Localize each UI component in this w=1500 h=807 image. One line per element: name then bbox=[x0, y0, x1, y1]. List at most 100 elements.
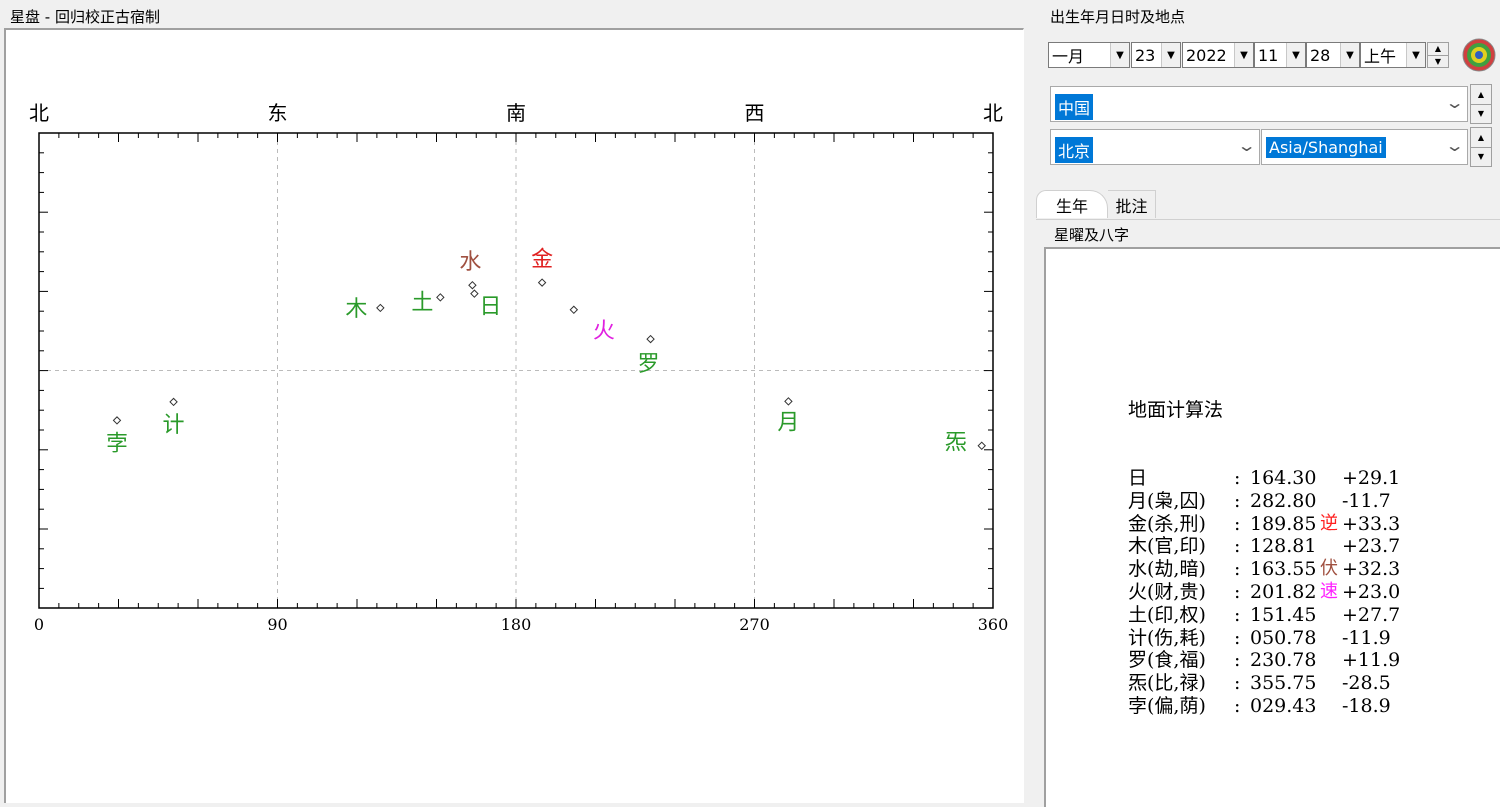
planet-point bbox=[646, 334, 655, 344]
planet-point bbox=[569, 305, 579, 315]
planet-label: 炁 bbox=[945, 431, 967, 456]
planet-row: 孛(偏,荫):029.43 -18.9 bbox=[1128, 695, 1400, 718]
planet-degree: 282.80 bbox=[1250, 489, 1317, 512]
planet-degree: 029.43 bbox=[1250, 694, 1317, 717]
planet-mark: 逆 bbox=[1320, 512, 1338, 534]
country-select[interactable]: 中国 ⌄ bbox=[1050, 86, 1468, 122]
direction-label: 西 bbox=[745, 101, 765, 125]
planet-degree: 230.78 bbox=[1250, 649, 1317, 672]
chevron-down-icon[interactable]: ▼ bbox=[1234, 43, 1253, 67]
planet-degree: 163.55 bbox=[1250, 558, 1317, 581]
colon: : bbox=[1234, 535, 1241, 558]
city-select[interactable]: 北京 ⌄ bbox=[1050, 129, 1260, 165]
chevron-down-icon[interactable]: ▼ bbox=[1406, 43, 1425, 67]
tab-notes[interactable]: 批注 bbox=[1108, 190, 1156, 218]
planet-row: 金(杀,刑):189.85 逆 +33.3 bbox=[1128, 513, 1400, 536]
chevron-down-icon[interactable]: ▼ bbox=[1340, 43, 1359, 67]
planet-mark bbox=[1320, 627, 1342, 650]
planet-mark bbox=[1320, 604, 1342, 627]
x-tick-label: 90 bbox=[267, 615, 287, 634]
ampm-select[interactable]: 上午 ▼ bbox=[1360, 42, 1426, 68]
planet-name: 罗(食,福) bbox=[1128, 649, 1206, 672]
colon: : bbox=[1234, 466, 1241, 489]
planet-latitude: +23.0 bbox=[1342, 580, 1401, 603]
planet-mark bbox=[1320, 490, 1342, 513]
planet-name: 水(劫,暗) bbox=[1128, 558, 1206, 581]
day-select[interactable]: 23 ▼ bbox=[1131, 42, 1181, 68]
country-value: 中国 bbox=[1055, 94, 1094, 120]
chevron-down-icon[interactable]: ⌄ bbox=[1444, 136, 1464, 155]
arrow-down-icon[interactable]: ▼ bbox=[1471, 146, 1491, 167]
arrow-down-icon[interactable]: ▼ bbox=[1471, 103, 1491, 124]
planet-point bbox=[470, 289, 479, 298]
planet-degree: 164.30 bbox=[1250, 466, 1317, 489]
planet-mark bbox=[1320, 672, 1342, 695]
panel-splitter[interactable] bbox=[1028, 0, 1036, 799]
planet-row: 炁(比,禄):355.75 -28.5 bbox=[1128, 672, 1400, 695]
planet-degree: 189.85 bbox=[1250, 512, 1317, 535]
timezone-select[interactable]: Asia/Shanghai ⌄ bbox=[1261, 129, 1468, 165]
x-tick-label: 270 bbox=[739, 615, 770, 634]
hour-select[interactable]: 11 ▼ bbox=[1254, 42, 1306, 68]
star-chart: 0 90 180 270 360 北 东 南 西 北日月 金木 水火 土计 罗炁 孛 bbox=[29, 101, 1009, 634]
planet-name: 土(印,权) bbox=[1128, 603, 1206, 626]
planet-point bbox=[376, 303, 385, 313]
arrow-down-icon[interactable]: ▼ bbox=[1428, 54, 1448, 68]
colon: : bbox=[1234, 694, 1241, 717]
chart-panel: 0 90 180 270 360 北 东 南 西 北日月 金木 水火 土计 罗炁 孛 bbox=[4, 28, 1024, 803]
minute-value: 28 bbox=[1310, 45, 1331, 65]
info-group-title: 星曜及八字 bbox=[1052, 224, 1132, 245]
planet-name: 木(官,印) bbox=[1128, 535, 1206, 558]
chevron-down-icon[interactable]: ⌄ bbox=[1236, 136, 1256, 155]
tab-birth[interactable]: 生年 bbox=[1036, 190, 1108, 218]
city-spinner[interactable]: ▲ ▼ bbox=[1470, 127, 1492, 167]
planet-label: 罗 bbox=[638, 352, 660, 377]
planet-label: 土 bbox=[411, 290, 433, 315]
hour-value: 11 bbox=[1258, 45, 1279, 65]
planet-mark bbox=[1320, 649, 1342, 672]
planet-name: 金(杀,刑) bbox=[1128, 512, 1206, 535]
ampm-value: 上午 bbox=[1364, 47, 1397, 66]
direction-label: 北 bbox=[29, 101, 49, 125]
planet-latitude: -11.7 bbox=[1342, 489, 1391, 512]
planet-point bbox=[112, 416, 122, 425]
month-select[interactable]: 一月 ▼ bbox=[1048, 42, 1130, 68]
arrow-up-icon[interactable]: ▲ bbox=[1471, 85, 1491, 104]
planet-label: 金 bbox=[531, 248, 553, 273]
x-tick-label: 360 bbox=[978, 615, 1009, 634]
planet-name: 计(伤,耗) bbox=[1128, 626, 1206, 649]
chevron-down-icon[interactable]: ▼ bbox=[1286, 43, 1305, 67]
birth-group-title: 出生年月日时及地点 bbox=[1048, 6, 1188, 27]
planet-point bbox=[169, 397, 178, 407]
info-panel: 地面计算法 日:164.30 +29.1 月(枭,囚):282.80 -11.7 金(杀… bbox=[1044, 247, 1500, 807]
colon: : bbox=[1234, 672, 1241, 695]
chevron-down-icon[interactable]: ▼ bbox=[1110, 43, 1129, 67]
year-value: 2022 bbox=[1186, 45, 1227, 65]
planet-point bbox=[977, 441, 986, 450]
year-select[interactable]: 2022 ▼ bbox=[1182, 42, 1254, 68]
planet-row: 计(伤,耗):050.78 -11.9 bbox=[1128, 627, 1400, 650]
chevron-down-icon[interactable]: ⌄ bbox=[1444, 93, 1464, 112]
planet-label: 孛 bbox=[106, 431, 128, 456]
arrow-up-icon[interactable]: ▲ bbox=[1471, 128, 1491, 147]
planet-mark: 伏 bbox=[1320, 558, 1338, 580]
country-spinner[interactable]: ▲ ▼ bbox=[1470, 84, 1492, 124]
planet-point bbox=[784, 397, 793, 406]
planet-name: 炁(比,禄) bbox=[1128, 672, 1206, 695]
time-spinner[interactable]: ▲ ▼ bbox=[1427, 42, 1449, 68]
minute-select[interactable]: 28 ▼ bbox=[1306, 42, 1360, 68]
planet-name: 日 bbox=[1128, 466, 1148, 489]
x-tick-label: 180 bbox=[501, 615, 532, 634]
planet-row: 土(印,权):151.45 +27.7 bbox=[1128, 604, 1400, 627]
direction-label: 北 bbox=[983, 101, 1003, 125]
planet-row: 水(劫,暗):163.55 伏 +32.3 bbox=[1128, 558, 1400, 581]
arrow-up-icon[interactable]: ▲ bbox=[1428, 43, 1448, 55]
planet-point bbox=[436, 293, 445, 302]
chart-wheel-icon[interactable] bbox=[1462, 38, 1496, 72]
planet-row: 火(财,贵):201.82 速 +23.0 bbox=[1128, 581, 1400, 604]
planet-degree: 128.81 bbox=[1250, 535, 1317, 558]
colon: : bbox=[1234, 512, 1241, 535]
city-value: 北京 bbox=[1055, 137, 1094, 163]
direction-label: 南 bbox=[506, 101, 526, 125]
chevron-down-icon[interactable]: ▼ bbox=[1161, 43, 1180, 67]
